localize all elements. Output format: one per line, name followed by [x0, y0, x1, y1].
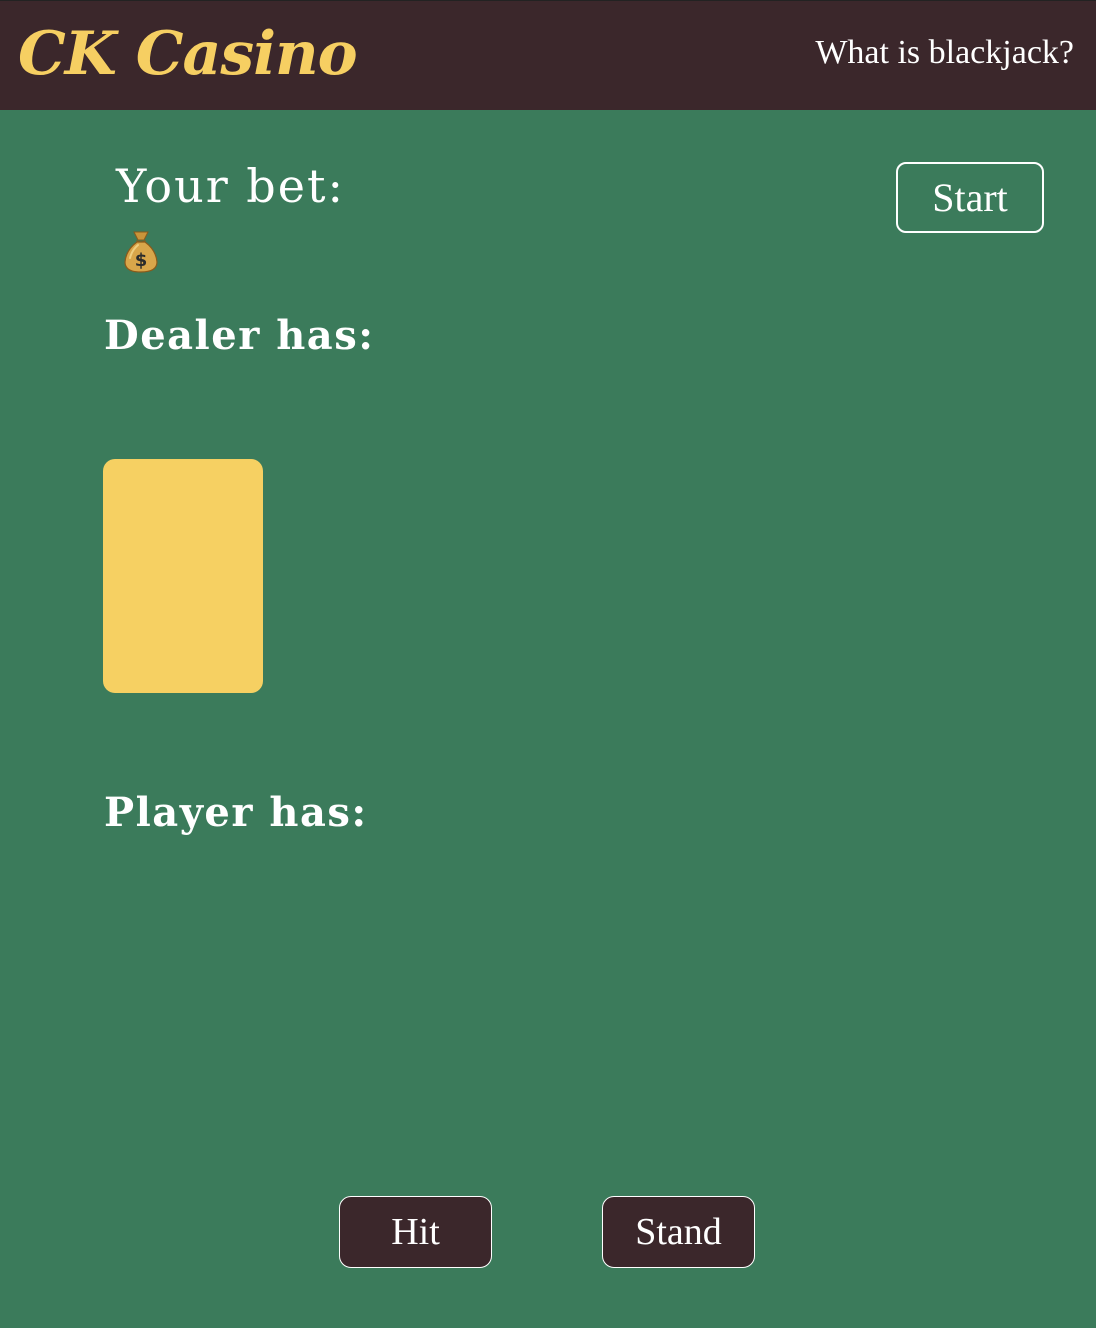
- what-is-blackjack-link[interactable]: What is blackjack?: [815, 33, 1074, 73]
- dealer-card-face-down: [103, 459, 263, 693]
- money-bag-icon: $: [122, 228, 160, 274]
- dealer-label: Dealer has:: [104, 312, 375, 359]
- header: CK Casino What is blackjack?: [0, 0, 1096, 110]
- player-label: Player has:: [104, 789, 368, 836]
- stand-button[interactable]: Stand: [602, 1196, 755, 1268]
- logo[interactable]: CK Casino: [18, 19, 358, 89]
- hit-button[interactable]: Hit: [339, 1196, 492, 1268]
- bet-label: Your bet:: [116, 159, 345, 213]
- start-button[interactable]: Start: [896, 162, 1044, 233]
- svg-text:$: $: [135, 250, 148, 271]
